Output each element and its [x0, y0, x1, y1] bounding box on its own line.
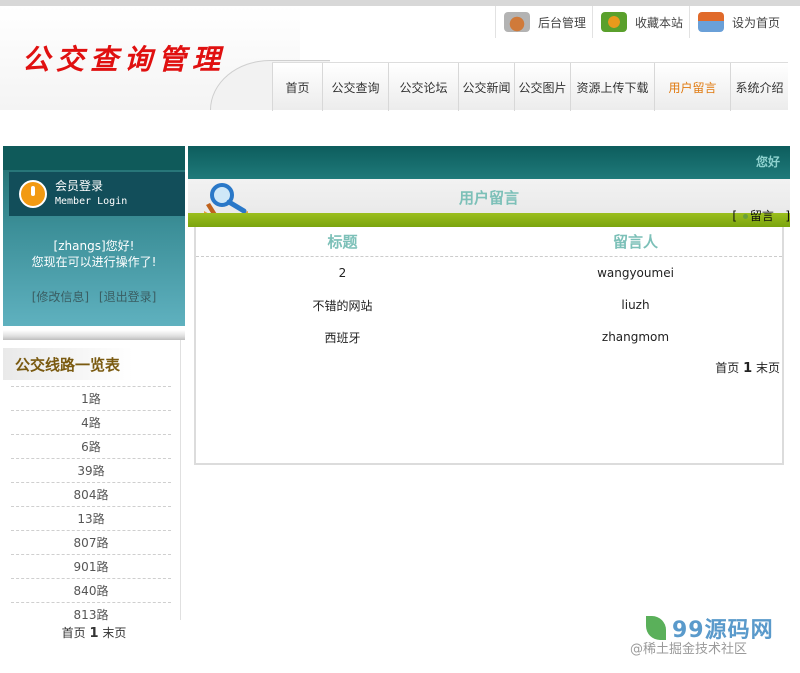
- table-header: 标题 留言人: [196, 227, 782, 257]
- action-bracket-open: [: [732, 209, 738, 223]
- route-list: 1路 4路 6路 39路 804路 13路 807路 901路 840路 813…: [11, 386, 171, 626]
- nav-system-intro[interactable]: 系统介绍: [730, 63, 788, 111]
- message-pager-first[interactable]: 首页: [715, 361, 739, 375]
- main-nav: 首页 公交查询 公交论坛 公交新闻 公交图片 资源上传下载 用户留言 系统介绍: [272, 62, 788, 111]
- login-subtitle: Member Login: [55, 196, 128, 207]
- panel-header: 用户留言 [ 留言 ]: [188, 179, 790, 227]
- nav-bus-query[interactable]: 公交查询: [322, 63, 388, 111]
- nav-resource-upload-download[interactable]: 资源上传下载: [570, 63, 654, 111]
- left-column-border: [180, 340, 181, 620]
- power-icon: [19, 180, 47, 208]
- column-header-title: 标题: [327, 233, 358, 251]
- admin-link-label: 后台管理: [538, 15, 587, 30]
- member-login-box: 会员登录 Member Login [zhangs]您好! 您现在可以进行操作了…: [3, 146, 185, 326]
- left-divider: [3, 330, 185, 340]
- message-author: wangyoumei: [597, 266, 674, 280]
- edit-info-link[interactable]: [修改信息]: [32, 290, 89, 304]
- top-links: 后台管理 收藏本站 设为首页: [495, 6, 786, 38]
- message-title[interactable]: 西班牙: [196, 329, 489, 346]
- bookmark-link-label: 收藏本站: [635, 15, 684, 30]
- route-pager-first[interactable]: 首页: [62, 626, 86, 640]
- watermark-text: @稀土掘金技术社区: [630, 642, 748, 657]
- nav-home[interactable]: 首页: [272, 63, 322, 111]
- route-item[interactable]: 39路: [11, 458, 171, 482]
- route-pager-last[interactable]: 末页: [102, 626, 126, 640]
- message-title[interactable]: 2: [196, 266, 489, 280]
- panel-green-bar: [188, 213, 790, 227]
- login-links: [修改信息] [退出登录]: [3, 288, 185, 305]
- action-bracket-close: ]: [785, 209, 790, 223]
- message-table-panel: 标题 留言人 2 wangyoumei 不错的网站 liuzh 西班牙 zhan…: [194, 227, 784, 465]
- login-topbar: [3, 146, 185, 170]
- leave-message-link[interactable]: 留言: [750, 209, 774, 223]
- left-column: 会员登录 Member Login [zhangs]您好! 您现在可以进行操作了…: [3, 146, 185, 641]
- favorite-icon: [601, 12, 628, 32]
- login-message: [zhangs]您好! 您现在可以进行操作了!: [3, 238, 185, 270]
- nav-bus-news[interactable]: 公交新闻: [458, 63, 514, 111]
- bullet-icon: [742, 214, 748, 219]
- message-title[interactable]: 不错的网站: [196, 297, 489, 314]
- column-header-author: 留言人: [612, 233, 658, 251]
- route-item[interactable]: 807路: [11, 530, 171, 554]
- set-homepage-link-label: 设为首页: [732, 15, 781, 30]
- login-status-text: 您现在可以进行操作了!: [31, 255, 157, 269]
- home-icon: [698, 12, 725, 32]
- table-row: 不错的网站 liuzh: [196, 289, 782, 321]
- route-item[interactable]: 1路: [11, 386, 171, 410]
- route-item[interactable]: 804路: [11, 482, 171, 506]
- table-row: 2 wangyoumei: [196, 257, 782, 289]
- admin-link[interactable]: 后台管理: [495, 6, 592, 38]
- main-content: 您好 用户留言 [ 留言 ] 标题 留言人 2 wangyoumei 不错的网站…: [188, 146, 790, 465]
- logout-link[interactable]: [退出登录]: [99, 290, 156, 304]
- route-item[interactable]: 901路: [11, 554, 171, 578]
- set-homepage-link[interactable]: 设为首页: [689, 6, 786, 38]
- leaf-logo-icon: [646, 616, 666, 640]
- route-list-title: 公交线路一览表: [3, 348, 133, 380]
- header: 公交查询管理 后台管理 收藏本站 设为首页 首页 公交查询 公交论坛 公交新闻 …: [0, 6, 800, 111]
- message-pager: 首页 1 末页: [196, 359, 782, 376]
- nav-user-messages[interactable]: 用户留言: [654, 63, 730, 111]
- watermark: 99源码网 @稀土掘金技术社区: [630, 612, 790, 662]
- nav-bus-forum[interactable]: 公交论坛: [388, 63, 458, 111]
- login-title-text: 会员登录: [55, 179, 104, 193]
- login-greeting: [zhangs]您好!: [53, 239, 135, 253]
- content-topbar: 您好: [188, 146, 790, 179]
- message-pager-current: 1: [743, 361, 753, 376]
- route-item[interactable]: 840路: [11, 578, 171, 602]
- table-row: 西班牙 zhangmom: [196, 321, 782, 353]
- nav-bus-images[interactable]: 公交图片: [514, 63, 570, 111]
- phone-icon: [504, 12, 530, 32]
- route-item[interactable]: 13路: [11, 506, 171, 530]
- message-pager-last[interactable]: 末页: [756, 361, 780, 375]
- leave-message-action[interactable]: [ 留言 ]: [732, 207, 790, 224]
- message-author: zhangmom: [601, 330, 670, 344]
- login-header: 会员登录 Member Login: [9, 172, 185, 216]
- route-pager-current: 1: [89, 626, 99, 641]
- route-pager: 首页 1 末页: [3, 624, 185, 641]
- route-item[interactable]: 4路: [11, 410, 171, 434]
- message-author: liuzh: [621, 298, 650, 312]
- site-logo[interactable]: 公交查询管理: [22, 38, 226, 78]
- login-title: 会员登录 Member Login: [55, 179, 127, 209]
- route-item[interactable]: 813路: [11, 602, 171, 626]
- panel-title: 用户留言: [458, 189, 519, 207]
- route-item[interactable]: 6路: [11, 434, 171, 458]
- bookmark-link[interactable]: 收藏本站: [592, 6, 689, 38]
